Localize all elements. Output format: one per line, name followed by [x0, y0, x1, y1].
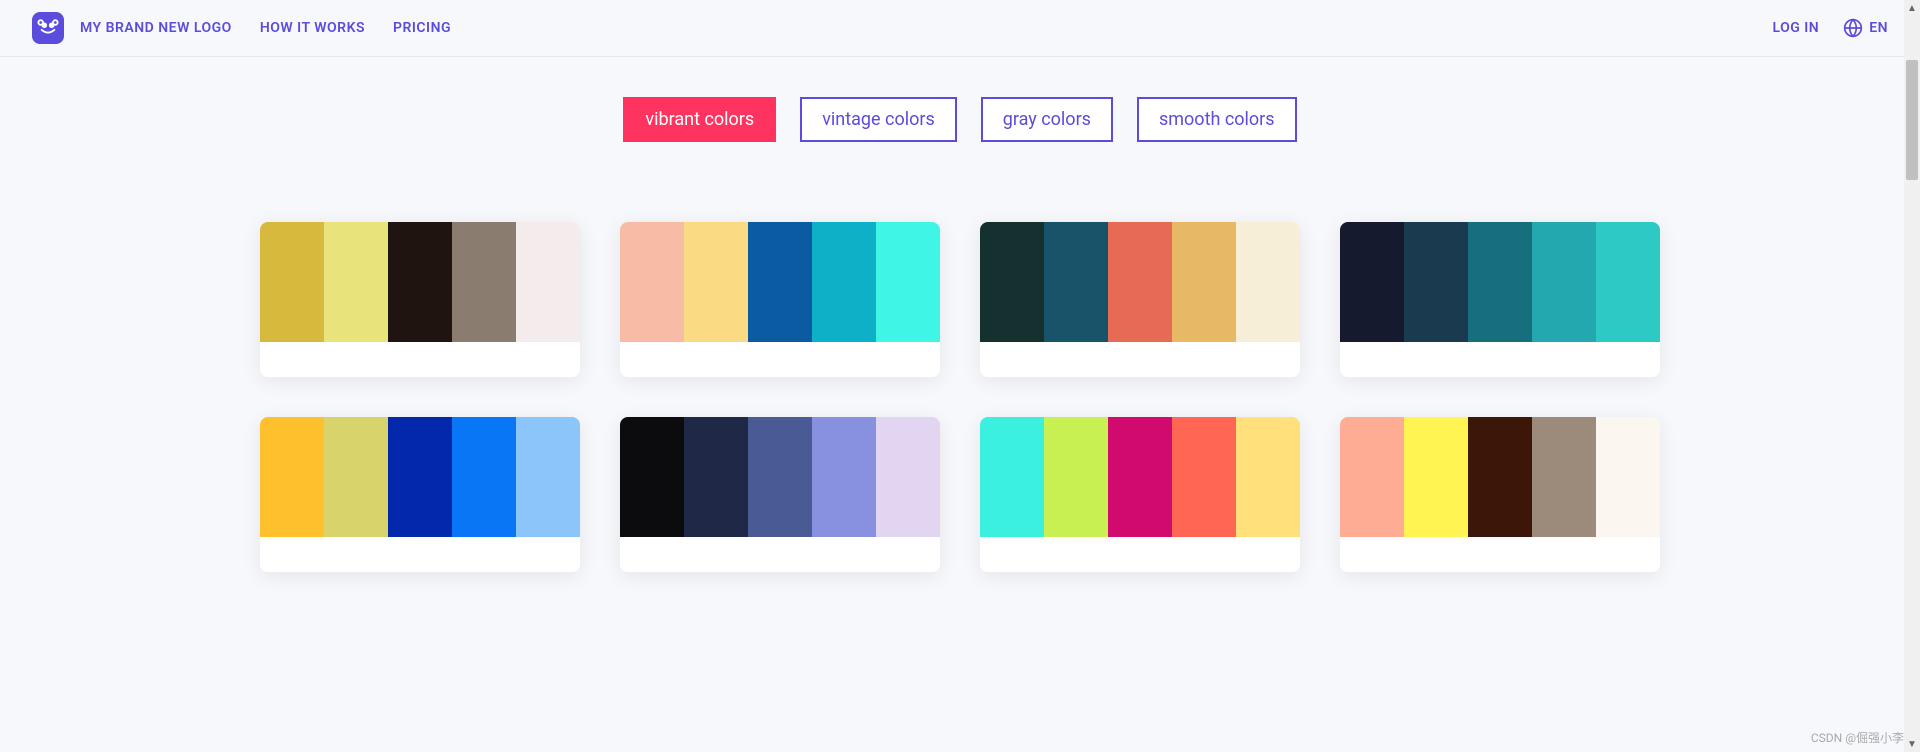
color-swatch[interactable] — [1236, 222, 1300, 342]
color-swatch[interactable] — [1044, 222, 1108, 342]
color-swatch[interactable] — [452, 417, 516, 537]
palette-grid — [260, 222, 1660, 572]
palette-card[interactable] — [260, 222, 580, 377]
color-swatch[interactable] — [260, 417, 324, 537]
color-swatch[interactable] — [324, 417, 388, 537]
palette-footer — [260, 342, 580, 377]
color-swatch[interactable] — [1108, 417, 1172, 537]
palette-swatches — [620, 222, 940, 342]
scrollbar-arrow-down[interactable]: ▼ — [1904, 736, 1920, 752]
palette-card[interactable] — [980, 417, 1300, 572]
color-swatch[interactable] — [516, 417, 580, 537]
color-swatch[interactable] — [516, 222, 580, 342]
color-swatch[interactable] — [388, 417, 452, 537]
palette-footer — [620, 342, 940, 377]
palette-footer — [1340, 342, 1660, 377]
color-swatch[interactable] — [1532, 222, 1596, 342]
palette-swatches — [1340, 222, 1660, 342]
color-swatch[interactable] — [1596, 417, 1660, 537]
color-swatch[interactable] — [812, 417, 876, 537]
color-swatch[interactable] — [684, 417, 748, 537]
palette-footer — [980, 537, 1300, 572]
palette-swatches — [260, 417, 580, 537]
palette-card[interactable] — [980, 222, 1300, 377]
color-swatch[interactable] — [620, 417, 684, 537]
palette-footer — [980, 342, 1300, 377]
color-swatch[interactable] — [748, 417, 812, 537]
main-content: vibrant colors vintage colors gray colors s… — [0, 57, 1920, 612]
color-swatch[interactable] — [1172, 417, 1236, 537]
palette-footer — [260, 537, 580, 572]
palette-card[interactable] — [260, 417, 580, 572]
palette-footer — [1340, 537, 1660, 572]
color-swatch[interactable] — [812, 222, 876, 342]
palette-swatches — [260, 222, 580, 342]
palette-card[interactable] — [620, 222, 940, 377]
color-swatch[interactable] — [980, 417, 1044, 537]
language-label: EN — [1869, 20, 1888, 36]
filter-vibrant-colors[interactable]: vibrant colors — [623, 97, 776, 142]
watermark: CSDN @倔强小李 — [1811, 729, 1904, 746]
color-swatch[interactable] — [876, 222, 940, 342]
color-swatch[interactable] — [1468, 222, 1532, 342]
palette-swatches — [1340, 417, 1660, 537]
color-swatch[interactable] — [324, 222, 388, 342]
nav-how-it-works[interactable]: HOW IT WORKS — [260, 20, 365, 36]
color-swatch[interactable] — [1340, 417, 1404, 537]
color-swatch[interactable] — [1468, 417, 1532, 537]
color-swatch[interactable] — [980, 222, 1044, 342]
palette-card[interactable] — [1340, 417, 1660, 572]
scrollbar-thumb[interactable] — [1906, 60, 1918, 180]
color-swatch[interactable] — [1172, 222, 1236, 342]
scrollbar-arrow-up[interactable]: ▲ — [1904, 0, 1920, 16]
color-swatch[interactable] — [1532, 417, 1596, 537]
globe-icon — [1843, 18, 1863, 38]
palette-footer — [620, 537, 940, 572]
color-swatch[interactable] — [260, 222, 324, 342]
nav-pricing[interactable]: PRICING — [393, 20, 451, 36]
color-swatch[interactable] — [1404, 417, 1468, 537]
palette-card[interactable] — [620, 417, 940, 572]
filter-smooth-colors[interactable]: smooth colors — [1137, 97, 1297, 142]
palette-card[interactable] — [1340, 222, 1660, 377]
color-swatch[interactable] — [748, 222, 812, 342]
color-swatch[interactable] — [1108, 222, 1172, 342]
nav-right: LOG IN EN — [1772, 18, 1888, 38]
color-swatch[interactable] — [1340, 222, 1404, 342]
login-link[interactable]: LOG IN — [1772, 20, 1819, 36]
color-swatch[interactable] — [1044, 417, 1108, 537]
brand-link[interactable]: MY BRAND NEW LOGO — [80, 20, 232, 36]
filter-bar: vibrant colors vintage colors gray colors s… — [80, 97, 1840, 142]
language-selector[interactable]: EN — [1843, 18, 1888, 38]
color-swatch[interactable] — [1236, 417, 1300, 537]
color-swatch[interactable] — [684, 222, 748, 342]
palette-swatches — [620, 417, 940, 537]
scrollbar[interactable]: ▲ ▼ — [1904, 0, 1920, 752]
filter-vintage-colors[interactable]: vintage colors — [800, 97, 957, 142]
color-swatch[interactable] — [452, 222, 516, 342]
logo-icon[interactable] — [32, 12, 64, 44]
color-swatch[interactable] — [1404, 222, 1468, 342]
header: MY BRAND NEW LOGO HOW IT WORKS PRICING L… — [0, 0, 1920, 57]
filter-gray-colors[interactable]: gray colors — [981, 97, 1113, 142]
color-swatch[interactable] — [876, 417, 940, 537]
nav-left: MY BRAND NEW LOGO HOW IT WORKS PRICING — [80, 20, 451, 36]
color-swatch[interactable] — [388, 222, 452, 342]
color-swatch[interactable] — [620, 222, 684, 342]
palette-swatches — [980, 222, 1300, 342]
palette-swatches — [980, 417, 1300, 537]
color-swatch[interactable] — [1596, 222, 1660, 342]
